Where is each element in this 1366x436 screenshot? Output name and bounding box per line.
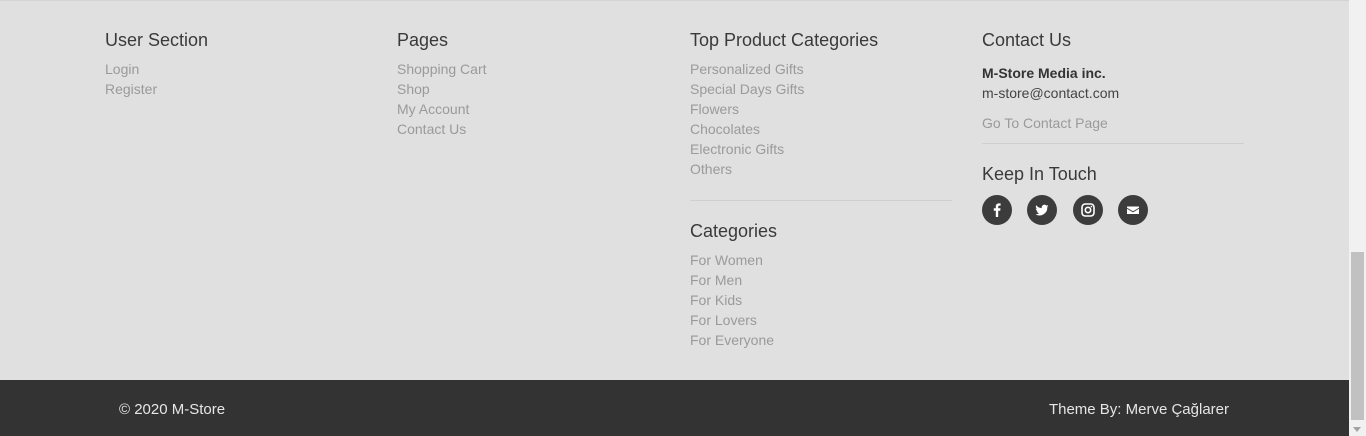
for-kids-link[interactable]: For Kids bbox=[690, 292, 742, 308]
personalized-gifts-link[interactable]: Personalized Gifts bbox=[690, 61, 804, 77]
chocolates-link[interactable]: Chocolates bbox=[690, 121, 760, 137]
pages-column: Pages Shopping Cart Shop My Account Cont… bbox=[397, 29, 659, 139]
shop-link[interactable]: Shop bbox=[397, 81, 430, 97]
contact-divider bbox=[982, 143, 1244, 144]
scroll-down-arrow-icon[interactable] bbox=[1353, 427, 1361, 432]
user-section-column: User Section Login Register bbox=[105, 29, 367, 99]
shopping-cart-link[interactable]: Shopping Cart bbox=[397, 61, 487, 77]
top-categories-title: Top Product Categories bbox=[690, 30, 879, 50]
electronic-gifts-link[interactable]: Electronic Gifts bbox=[690, 141, 784, 157]
for-men-link[interactable]: For Men bbox=[690, 272, 742, 288]
social-links bbox=[982, 195, 1244, 225]
flowers-link[interactable]: Flowers bbox=[690, 101, 739, 117]
my-account-link[interactable]: My Account bbox=[397, 101, 469, 117]
keep-in-touch-title: Keep In Touch bbox=[982, 164, 1097, 184]
others-link[interactable]: Others bbox=[690, 161, 732, 177]
categories-column: Top Product Categories Personalized Gift… bbox=[690, 29, 952, 350]
register-link[interactable]: Register bbox=[105, 81, 157, 97]
for-everyone-link[interactable]: For Everyone bbox=[690, 332, 774, 348]
pages-links: Shopping Cart Shop My Account Contact Us bbox=[397, 59, 659, 139]
envelope-icon[interactable] bbox=[1118, 195, 1149, 225]
pages-title: Pages bbox=[397, 30, 449, 50]
categories-links: For Women For Men For Kids For Lovers Fo… bbox=[690, 250, 952, 350]
scrollbar-thumb[interactable] bbox=[1351, 252, 1364, 420]
go-to-contact-page-link[interactable]: Go To Contact Page bbox=[982, 113, 1108, 133]
user-section-title: User Section bbox=[105, 30, 209, 50]
footer-bottom-bar: © 2020 M-Store Theme By: Merve Çağlarer bbox=[0, 380, 1349, 436]
page: User Section Login Register Pages Shoppi… bbox=[0, 0, 1349, 436]
contact-column: Contact Us M-Store Media inc. m-store@co… bbox=[982, 29, 1244, 225]
categories-divider bbox=[690, 200, 952, 201]
contact-title: Contact Us bbox=[982, 30, 1072, 50]
instagram-icon[interactable] bbox=[1072, 195, 1103, 225]
for-lovers-link[interactable]: For Lovers bbox=[690, 312, 757, 328]
for-women-link[interactable]: For Women bbox=[690, 252, 763, 268]
categories-title: Categories bbox=[690, 221, 778, 241]
twitter-icon[interactable] bbox=[1027, 195, 1058, 225]
company-name: M-Store Media inc. bbox=[982, 65, 1106, 81]
user-section-links: Login Register bbox=[105, 59, 367, 99]
contact-email: m-store@contact.com bbox=[982, 85, 1120, 101]
theme-credit: Theme By: Merve Çağlarer bbox=[1048, 401, 1229, 418]
special-days-gifts-link[interactable]: Special Days Gifts bbox=[690, 81, 804, 97]
login-link[interactable]: Login bbox=[105, 61, 139, 77]
copyright-text: © 2020 M-Store bbox=[119, 401, 226, 418]
footer-main: User Section Login Register Pages Shoppi… bbox=[0, 0, 1349, 380]
facebook-icon[interactable] bbox=[982, 195, 1012, 225]
vertical-scrollbar[interactable] bbox=[1349, 0, 1366, 436]
top-categories-links: Personalized Gifts Special Days Gifts Fl… bbox=[690, 59, 952, 179]
contact-us-link[interactable]: Contact Us bbox=[397, 121, 466, 137]
